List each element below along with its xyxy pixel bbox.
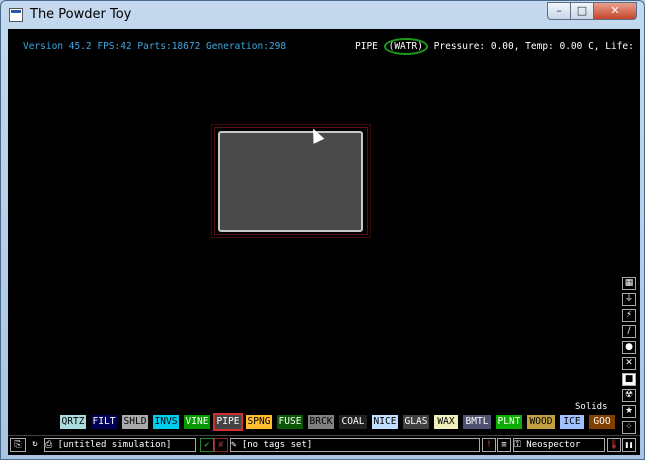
category-radioactive-button[interactable]: ☢ [622,389,636,402]
element-pipe-button[interactable]: PIPE [213,413,243,431]
hud-element-info: PIPE (WATR) Pressure: 0.00, Temp: 0.00 C… [355,38,640,55]
category-solids-button[interactable]: ■ [622,373,636,386]
element-wood-button[interactable]: WOOD [527,415,555,429]
star-icon: ★ [624,406,634,416]
hud-element-name: PIPE [355,41,384,52]
category-sensors-button[interactable]: / [622,325,636,338]
element-filt-button[interactable]: FILT [91,415,117,429]
element-glas-button[interactable]: GLAS [403,415,429,429]
sensor-icon: / [627,326,631,336]
open-save-button[interactable]: ⎘ [10,438,26,452]
category-powered-button[interactable]: ⚡ [622,309,636,322]
category-life-button[interactable]: ⁘ [622,421,636,434]
maximize-button[interactable]: □ [570,2,594,20]
simulation-canvas[interactable]: Version 45.2 FPS:42 Parts:18672 Generati… [8,29,640,455]
username: Neospector [526,440,581,450]
element-coal-button[interactable]: COAL [339,415,367,429]
pipe-structure [218,131,363,232]
login-button[interactable]: ⚿ Neospector [513,438,605,452]
category-label: Solids [575,402,608,412]
sim-name-button[interactable]: ⎙ [untitled simulation] [44,438,196,452]
category-gases-button[interactable]: ✕ [622,357,636,370]
category-liquids-button[interactable]: ● [622,341,636,354]
element-vine-button[interactable]: VINE [184,415,210,429]
tags-text: [no tags set] [241,440,313,450]
hud-element-props: Pressure: 0.00, Temp: 0.00 C, Life: 0 [427,41,640,52]
element-ice-button[interactable]: ICE [560,415,584,429]
vote-up-button[interactable]: ✔ [200,438,214,452]
bottom-toolbar: ⎘ ↻ ⎙ [untitled simulation] ✔ ✘ ✎ [no ta… [8,435,640,453]
element-shld-button[interactable]: SHLD [122,415,148,429]
element-invs-button[interactable]: INVS [153,415,179,429]
category-special-button[interactable]: ★ [622,405,636,418]
category-menu: ▦ ⏚ ⚡ / ● ✕ ■ ☢ ★ ⁘ [622,277,637,437]
key-icon: ⚿ [514,440,521,450]
element-fuse-button[interactable]: FUSE [277,415,303,429]
element-brck-button[interactable]: BRCK [308,415,334,429]
gas-icon: ✕ [625,358,633,368]
tag-icon: ✎ [231,440,237,450]
title-bar[interactable]: The Powder Toy – □ ✕ [1,1,644,29]
tags-button[interactable]: ✎ [no tags set] [230,438,480,452]
element-plnt-button[interactable]: PLNT [496,415,522,429]
hud-element-ctype: (WATR) [383,38,428,55]
reload-button[interactable]: ↻ [28,438,42,452]
element-bmtl-button[interactable]: BMTL [463,415,491,429]
app-window: The Powder Toy – □ ✕ Version 45.2 FPS:42… [0,0,645,460]
element-qrtz-button[interactable]: QRTZ [60,415,86,429]
drop-icon: ● [625,342,633,352]
options-button[interactable]: ≡ [497,438,511,452]
pause-button[interactable]: ❚❚ [622,438,636,452]
report-button[interactable]: ! [482,438,496,452]
powered-icon: ⚡ [625,310,633,320]
element-goo-button[interactable]: GOO [589,415,615,429]
element-spng-button[interactable]: SPNG [246,415,272,429]
app-icon [9,8,23,22]
walls-icon: ▦ [624,278,634,288]
life-icon: ⁘ [625,422,633,432]
clear-sim-button[interactable]: 🌡 [607,438,621,452]
plug-icon: ⏚ [624,294,634,304]
close-button[interactable]: ✕ [593,2,637,20]
minimize-button[interactable]: – [547,2,571,20]
vote-down-button[interactable]: ✘ [214,438,228,452]
solid-icon: ■ [624,374,634,384]
radiation-icon: ☢ [624,390,634,400]
sim-name: [untitled simulation] [57,440,172,450]
category-electronics-button[interactable]: ⏚ [622,293,636,306]
category-walls-button[interactable]: ▦ [622,277,636,290]
element-nice-button[interactable]: NICE [372,415,398,429]
window-title: The Powder Toy [30,7,132,22]
save-icon: ⎙ [45,440,53,450]
hud-stats: Version 45.2 FPS:42 Parts:18672 Generati… [23,41,287,52]
element-wax-button[interactable]: WAX [434,415,458,429]
